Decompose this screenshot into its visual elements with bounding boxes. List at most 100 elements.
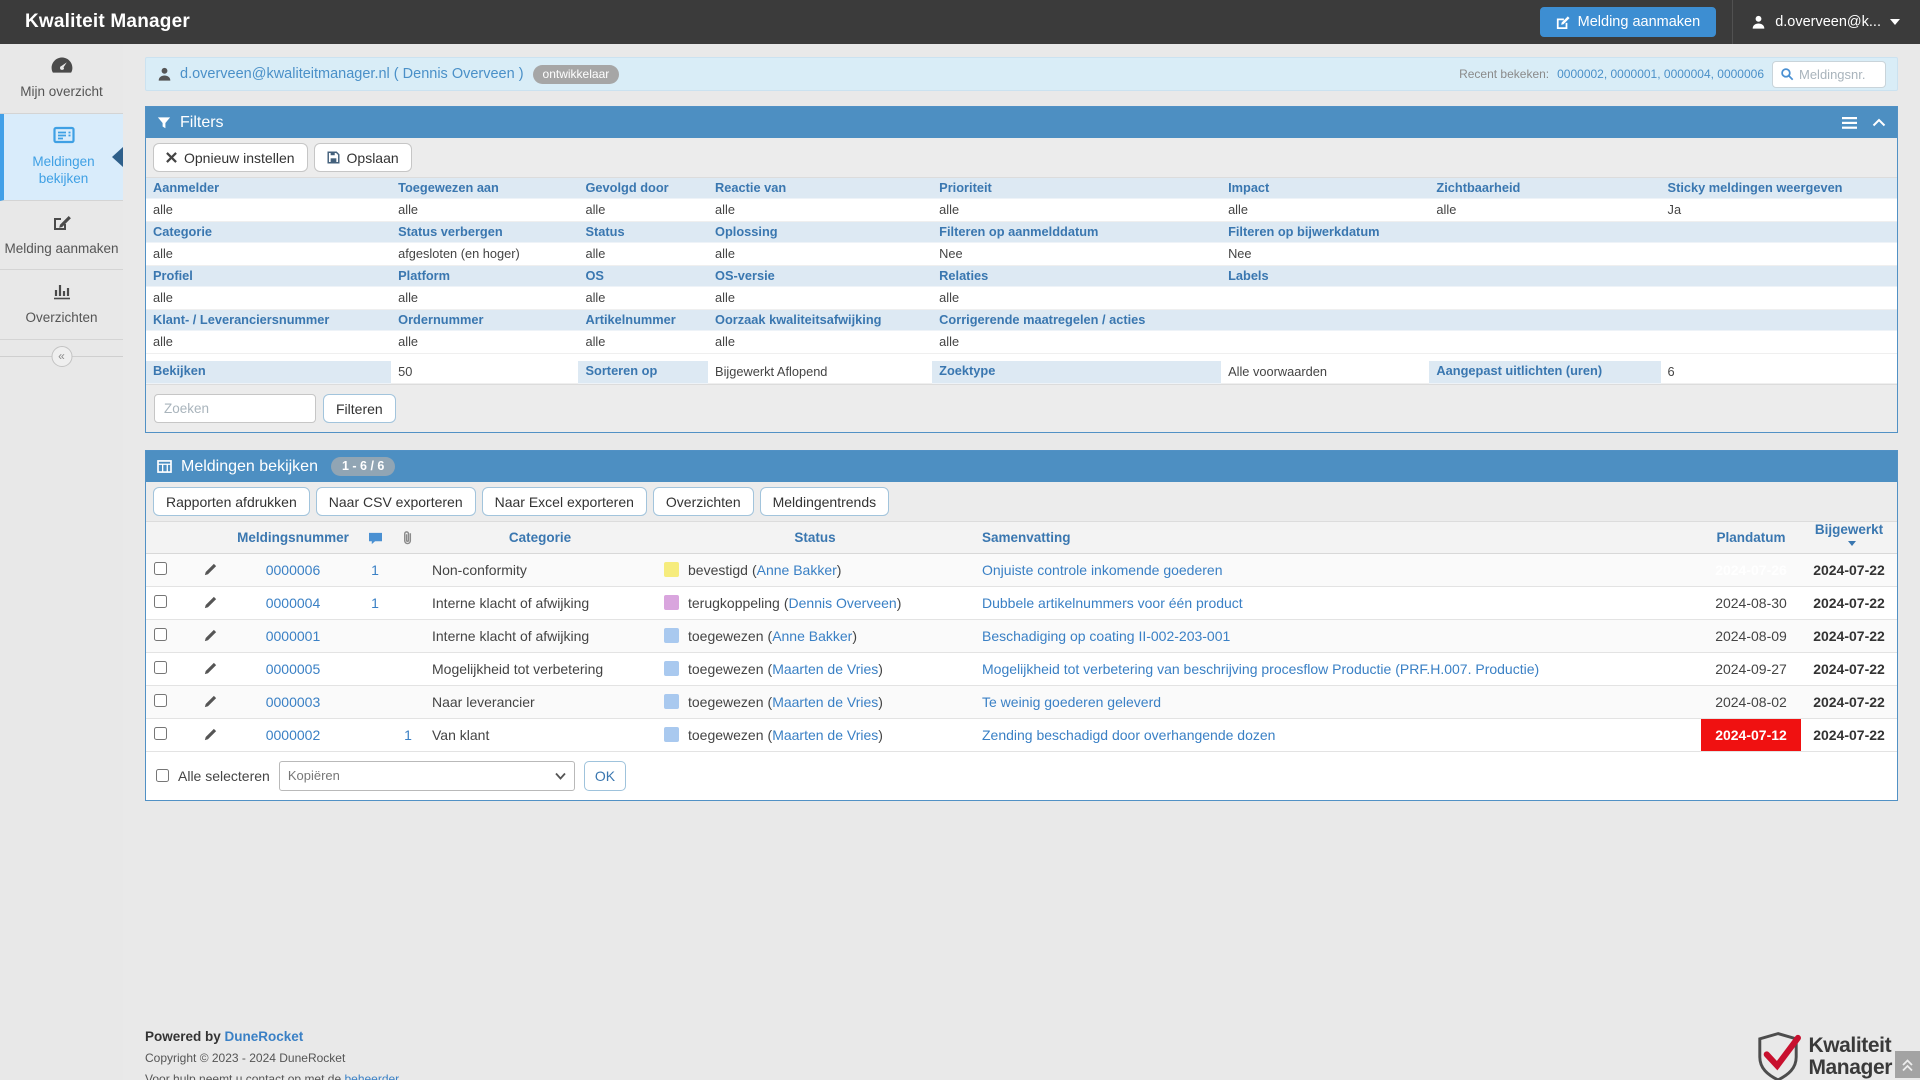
issue-id-link[interactable]: 0000004 (266, 595, 321, 611)
issue-summary-link[interactable]: Dubbele artikelnummers voor één product (982, 595, 1243, 611)
edit-pencil-icon[interactable] (200, 628, 220, 643)
row-checkbox[interactable] (154, 628, 167, 641)
scroll-to-top-button[interactable] (1895, 1051, 1920, 1078)
filter-value[interactable]: alle (578, 243, 708, 266)
assignee-link[interactable]: Anne Bakker (772, 628, 852, 644)
save-filters-button[interactable]: Opslaan (314, 143, 412, 172)
filter-label[interactable]: Labels (1221, 266, 1429, 287)
filter-label[interactable]: OS-versie (708, 266, 932, 287)
filter-value[interactable]: alle (708, 199, 932, 222)
filter-value[interactable]: alle (578, 287, 708, 310)
issue-id-link[interactable]: 0000006 (266, 562, 321, 578)
filter-value[interactable]: Bijgewerkt Aflopend (708, 361, 932, 384)
select-all-checkbox[interactable] (156, 769, 169, 782)
issue-number-input[interactable] (1799, 67, 1878, 82)
column-header-categorie[interactable]: Categorie (424, 522, 656, 553)
filter-label[interactable]: Filteren op aanmelddatum (932, 222, 1221, 243)
sidebar-item-melding-aanmaken[interactable]: Melding aanmaken (0, 201, 123, 271)
edit-pencil-icon[interactable] (200, 694, 220, 709)
filter-label[interactable]: Platform (391, 266, 578, 287)
issue-id-link[interactable]: 0000005 (266, 661, 321, 677)
filter-label[interactable]: Toegewezen aan (391, 178, 578, 199)
filter-label[interactable]: Zoektype (932, 361, 1221, 384)
sidebar-item-meldingen-bekijken[interactable]: Meldingen bekijken (0, 114, 123, 201)
filter-value[interactable]: alle (146, 331, 391, 354)
filter-value[interactable]: alle (1221, 199, 1429, 222)
filter-label[interactable]: Sticky meldingen weergeven (1661, 178, 1897, 199)
filter-label[interactable]: Corrigerende maatregelen / acties (932, 310, 1221, 331)
filter-value[interactable]: alle (708, 243, 932, 266)
filter-label[interactable]: Categorie (146, 222, 391, 243)
filter-value[interactable]: afgesloten (en hoger) (391, 243, 578, 266)
filter-label[interactable]: Gevolgd door (578, 178, 708, 199)
summaries-button[interactable]: Overzichten (653, 487, 754, 516)
filter-value[interactable]: alle (391, 331, 578, 354)
filter-value[interactable]: alle (1429, 199, 1660, 222)
issue-summary-link[interactable]: Mogelijkheid tot verbetering van beschri… (982, 661, 1539, 677)
filter-label[interactable]: Artikelnummer (578, 310, 708, 331)
issue-summary-link[interactable]: Beschadiging op coating II-002-203-001 (982, 628, 1230, 644)
filter-value[interactable]: 6 (1661, 361, 1897, 384)
filter-value[interactable]: alle (708, 331, 932, 354)
filter-value[interactable]: alle (146, 243, 391, 266)
row-checkbox[interactable] (154, 727, 167, 740)
comment-count[interactable]: 1 (371, 562, 379, 578)
filter-value[interactable]: Alle voorwaarden (1221, 361, 1429, 384)
row-checkbox[interactable] (154, 562, 167, 575)
issue-summary-link[interactable]: Onjuiste controle inkomende goederen (982, 562, 1223, 578)
filter-label[interactable]: Aanmelder (146, 178, 391, 199)
sidebar-item-mijn-overzicht[interactable]: Mijn overzicht (0, 44, 123, 114)
assignee-link[interactable]: Maarten de Vries (772, 727, 878, 743)
current-user-link[interactable]: d.overveen@kwaliteitmanager.nl ( Dennis … (180, 66, 524, 82)
filter-label[interactable]: Aangepast uitlichten (uren) (1429, 361, 1660, 384)
brand-link[interactable]: DuneRocket (225, 1029, 304, 1044)
comment-icon[interactable] (358, 522, 392, 553)
filter-value[interactable]: alle (708, 287, 932, 310)
filter-label[interactable]: Status verbergen (391, 222, 578, 243)
sidebar-item-overzichten[interactable]: Overzichten (0, 270, 123, 340)
column-header-status[interactable]: Status (656, 522, 974, 553)
edit-pencil-icon[interactable] (200, 562, 220, 577)
attachment-count[interactable]: 1 (404, 727, 412, 743)
filter-label[interactable]: Oorzaak kwaliteitsafwijking (708, 310, 932, 331)
filter-label[interactable]: Impact (1221, 178, 1429, 199)
filter-value[interactable]: 50 (391, 361, 578, 384)
export-excel-button[interactable]: Naar Excel exporteren (482, 487, 647, 516)
filter-value[interactable]: alle (932, 331, 1221, 354)
row-checkbox[interactable] (154, 661, 167, 674)
column-header-plandatum[interactable]: Plandatum (1701, 522, 1801, 553)
filter-value[interactable]: alle (578, 331, 708, 354)
filter-value[interactable]: Nee (1221, 243, 1429, 266)
paperclip-icon[interactable] (392, 522, 424, 553)
assignee-link[interactable]: Anne Bakker (757, 562, 837, 578)
column-header-samenvatting[interactable]: Samenvatting (974, 522, 1701, 553)
menu-icon[interactable] (1842, 117, 1857, 129)
filter-label[interactable]: Zichtbaarheid (1429, 178, 1660, 199)
filter-label[interactable]: Profiel (146, 266, 391, 287)
search-input[interactable] (154, 394, 316, 423)
filter-label[interactable]: Klant- / Leveranciersnummer (146, 310, 391, 331)
assignee-link[interactable]: Dennis Overveen (789, 595, 897, 611)
row-checkbox[interactable] (154, 595, 167, 608)
column-header-id[interactable]: Meldingsnummer (228, 522, 358, 553)
user-menu[interactable]: d.overveen@k... (1732, 0, 1920, 44)
issue-id-link[interactable]: 0000002 (266, 727, 321, 743)
assignee-link[interactable]: Maarten de Vries (772, 694, 878, 710)
filter-label[interactable]: Prioriteit (932, 178, 1221, 199)
filter-value[interactable]: alle (932, 287, 1221, 310)
edit-pencil-icon[interactable] (200, 727, 220, 742)
export-csv-button[interactable]: Naar CSV exporteren (316, 487, 476, 516)
edit-pencil-icon[interactable] (200, 661, 220, 676)
assignee-link[interactable]: Maarten de Vries (772, 661, 878, 677)
issue-summary-link[interactable]: Te weinig goederen geleverd (982, 694, 1161, 710)
recent-viewed-links[interactable]: 0000002, 0000001, 0000004, 0000006 (1557, 67, 1764, 81)
create-report-button[interactable]: Melding aanmaken (1540, 7, 1717, 37)
filter-value[interactable]: alle (578, 199, 708, 222)
sidebar-collapse-toggle[interactable]: « (51, 346, 72, 367)
issue-id-link[interactable]: 0000001 (266, 628, 321, 644)
filter-label[interactable]: Relaties (932, 266, 1221, 287)
row-checkbox[interactable] (154, 694, 167, 707)
admin-contact-link[interactable]: beheerder (344, 1072, 399, 1080)
apply-filter-button[interactable]: Filteren (323, 394, 396, 423)
issue-id-link[interactable]: 0000003 (266, 694, 321, 710)
